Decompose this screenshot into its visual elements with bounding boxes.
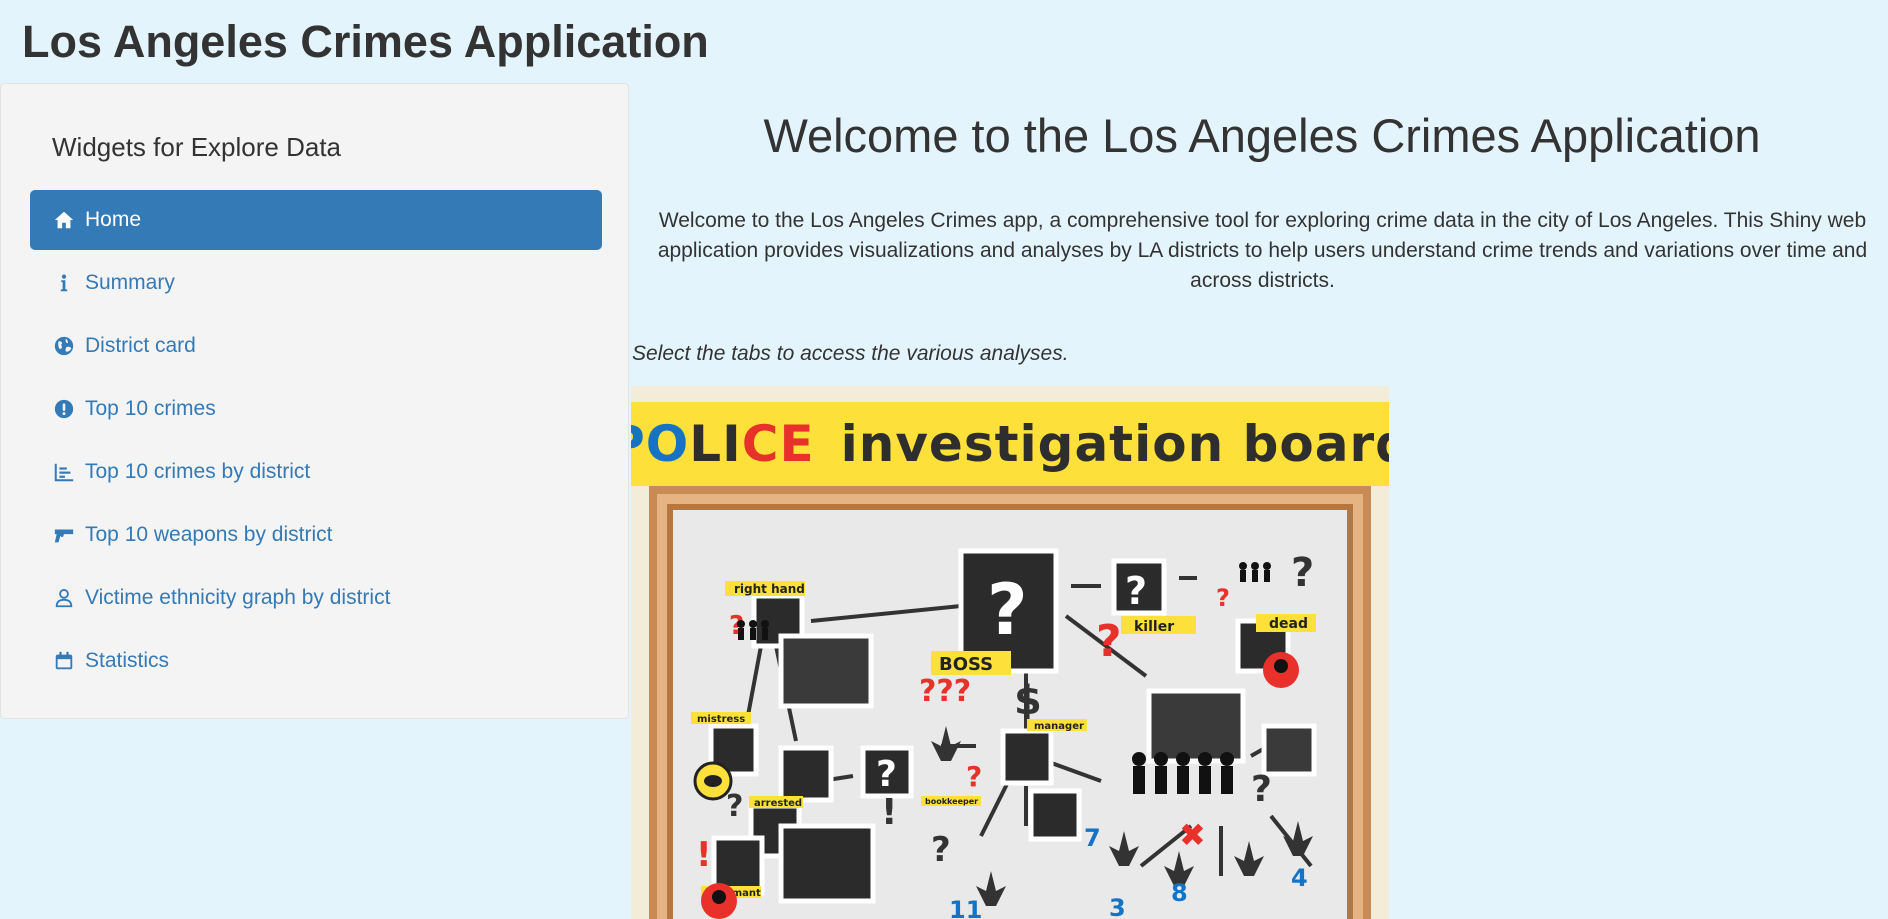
board-number-4: 4 xyxy=(1291,864,1308,892)
svg-text:???: ??? xyxy=(919,674,971,709)
svg-text:?: ? xyxy=(1216,584,1230,612)
board-number-11: 11 xyxy=(949,896,982,919)
sidebar-item-district-card[interactable]: District card xyxy=(30,316,602,376)
board-number-8: 8 xyxy=(1171,879,1188,907)
sidebar-item-label: Victime ethnicity graph by district xyxy=(85,586,391,609)
svg-text:?: ? xyxy=(1291,550,1314,596)
sidebar-item-top-10-crimes[interactable]: Top 10 crimes xyxy=(30,379,602,439)
app-title: Los Angeles Crimes Application xyxy=(22,16,709,67)
label-mistress: mistress xyxy=(697,714,745,725)
label-arrested: arrested xyxy=(754,798,802,809)
calendar-icon xyxy=(53,650,75,672)
banner-letter: I xyxy=(722,415,742,473)
globe-icon xyxy=(53,335,75,357)
info-icon xyxy=(53,272,75,294)
label-manager: manager xyxy=(1034,721,1084,732)
user-icon xyxy=(53,587,75,609)
board-banner: POLICE investigation board xyxy=(631,402,1389,486)
sidebar-item-home[interactable]: Home xyxy=(30,190,602,250)
sidebar-item-summary[interactable]: Summary xyxy=(30,253,602,313)
svg-text:?: ? xyxy=(876,754,897,795)
banner-letter: O xyxy=(645,415,690,473)
svg-text:?: ? xyxy=(1096,616,1122,667)
board-illustration: ? ? ? ? ??? ? ? ? ? ? ? ? $ ! ! BOSS kil… xyxy=(649,486,1371,919)
svg-text:?: ? xyxy=(726,789,743,824)
banner-letter: C xyxy=(741,415,780,473)
exclamation-circle-icon xyxy=(53,398,75,420)
label-killer: killer xyxy=(1134,619,1174,635)
sidebar-item-victime-ethnicity-graph[interactable]: Victime ethnicity graph by district xyxy=(30,568,602,628)
label-boss: BOSS xyxy=(939,654,993,675)
sidebar-item-top-10-weapons-by-district[interactable]: Top 10 weapons by district xyxy=(30,505,602,565)
label-right-hand: right hand xyxy=(734,582,805,596)
gun-icon xyxy=(53,524,75,546)
svg-text:✖: ✖ xyxy=(1179,816,1206,854)
sidebar-item-label: Top 10 crimes by district xyxy=(85,460,311,483)
svg-text:!: ! xyxy=(696,835,712,875)
police-investigation-board-image: POLICE investigation board xyxy=(631,386,1389,919)
svg-text:?: ? xyxy=(966,760,982,793)
tabs-hint: Select the tabs to access the various an… xyxy=(632,342,1069,365)
sidebar-item-top-10-crimes-by-district[interactable]: Top 10 crimes by district xyxy=(30,442,602,502)
banner-word-police: POLICE xyxy=(631,415,815,473)
sidebar-item-label: Top 10 crimes xyxy=(85,397,216,420)
sidebar-item-label: Statistics xyxy=(85,649,170,672)
board-number-3: 3 xyxy=(1109,894,1126,919)
banner-letter: P xyxy=(631,415,646,473)
home-icon xyxy=(53,209,75,231)
sidebar-item-label: District card xyxy=(85,334,196,357)
banner-word-investigation-board: investigation board xyxy=(840,415,1389,473)
svg-text:!: ! xyxy=(881,792,897,833)
svg-text:?: ? xyxy=(987,569,1028,651)
sidebar-panel: Widgets for Explore Data Home Summary Di… xyxy=(0,83,629,719)
sidebar-heading: Widgets for Explore Data xyxy=(52,132,342,162)
label-dead: dead xyxy=(1269,616,1308,632)
svg-text:$: $ xyxy=(1014,678,1042,724)
sidebar-item-label: Top 10 weapons by district xyxy=(85,523,333,546)
banner-letter: L xyxy=(689,415,723,473)
svg-text:?: ? xyxy=(1251,769,1272,810)
label-bookkeeper: bookkeeper xyxy=(925,797,978,806)
sidebar-nav: Home Summary District card Top 10 crimes… xyxy=(30,190,602,694)
intro-paragraph: Welcome to the Los Angeles Crimes app, a… xyxy=(657,209,1868,292)
board-number-7: 7 xyxy=(1084,824,1101,852)
svg-text:?: ? xyxy=(931,830,951,870)
svg-text:?: ? xyxy=(1125,569,1147,613)
sidebar-item-label: Summary xyxy=(85,271,175,294)
sidebar-item-label: Home xyxy=(85,208,142,231)
bar-chart-icon xyxy=(53,461,75,483)
banner-letter: E xyxy=(779,415,815,473)
sidebar-item-statistics[interactable]: Statistics xyxy=(30,631,602,691)
welcome-heading: Welcome to the Los Angeles Crimes Applic… xyxy=(763,109,1761,162)
